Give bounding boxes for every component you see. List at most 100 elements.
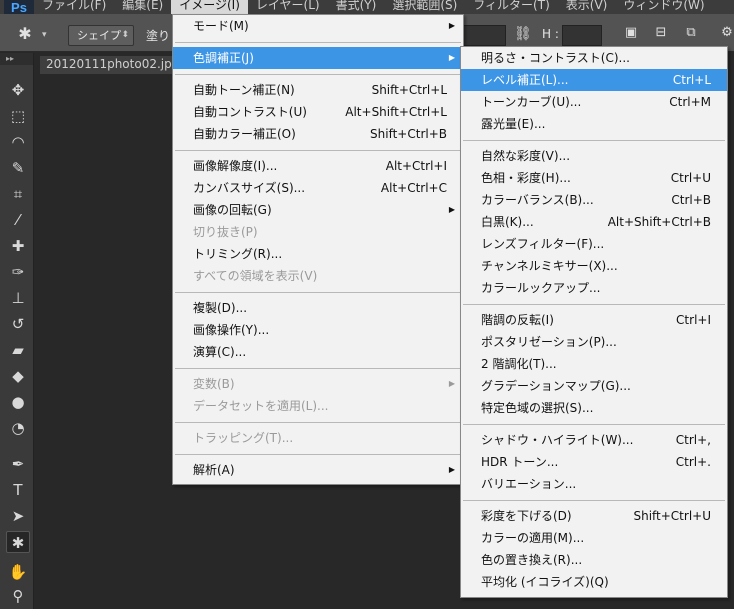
menu-image[interactable]: イメージ(I)	[171, 0, 248, 14]
adjust-menu-item[interactable]: 階調の反転(I) Ctrl+I	[461, 309, 727, 331]
image-menu-item-label: データセットを適用(L)...	[193, 399, 329, 413]
tool-mode-value: シェイプ	[77, 29, 121, 42]
menu-select[interactable]: 選択範囲(S)	[384, 0, 465, 14]
quick-select-icon[interactable]: ✎	[6, 157, 30, 179]
zoom-icon[interactable]: ⚲	[6, 585, 30, 607]
image-menu-item[interactable]: 画像の回転(G) ▶	[173, 199, 463, 221]
adjust-menu-item[interactable]: トーンカーブ(U)... Ctrl+M	[461, 91, 727, 113]
adjust-menu-item-label: 色の置き換え(R)...	[481, 553, 583, 567]
eraser-icon[interactable]: ▰	[6, 339, 30, 361]
link-icon[interactable]: ⛓	[514, 26, 532, 42]
image-menu-item[interactable]: 複製(D)...	[173, 297, 463, 319]
custom-shape-icon[interactable]: ✱	[6, 531, 30, 553]
menu-layer[interactable]: レイヤー(L)	[248, 0, 328, 14]
image-menu-item[interactable]: 自動トーン補正(N) Shift+Ctrl+L	[173, 79, 463, 101]
adjust-menu-item[interactable]: 色の置き換え(R)...	[461, 549, 727, 571]
hand-icon[interactable]: ✋	[6, 561, 30, 583]
settings-gear-icon[interactable]: ⚙	[718, 25, 734, 43]
image-menu-item[interactable]: 解析(A) ▶	[173, 459, 463, 481]
adjust-menu-item-label: トーンカーブ(U)...	[481, 95, 582, 109]
menu-separator	[463, 304, 725, 305]
height-label: H :	[542, 27, 559, 41]
path-operations-icon[interactable]: ▣	[622, 25, 640, 43]
adjust-menu-item-shortcut: Ctrl+U	[670, 171, 711, 185]
fill-label[interactable]: 塗り	[146, 27, 170, 44]
document-tab[interactable]: 20120111photo02.jpg	[40, 56, 180, 74]
bucket-icon[interactable]: ◆	[6, 365, 30, 387]
image-menu-item[interactable]: 演算(C)...	[173, 341, 463, 363]
adjust-menu-item[interactable]: カラーバランス(B)... Ctrl+B	[461, 189, 727, 211]
adjust-menu-item[interactable]: チャンネルミキサー(X)...	[461, 255, 727, 277]
menu-separator	[463, 500, 725, 501]
path-alignment-icon[interactable]: ⊟	[652, 25, 670, 43]
adjust-menu-item[interactable]: 露光量(E)...	[461, 113, 727, 135]
adjust-menu-item-shortcut: Ctrl+L	[672, 73, 711, 87]
image-menu-item-shortcut: Alt+Ctrl+I	[385, 159, 447, 173]
width-field[interactable]	[458, 25, 506, 46]
submenu-arrow-icon: ▶	[448, 379, 455, 388]
menu-separator	[175, 292, 461, 293]
healing-icon[interactable]: ✚	[6, 235, 30, 257]
tools-panel-collapse-icon[interactable]: ▸▸	[0, 53, 33, 65]
height-field[interactable]	[562, 25, 602, 46]
image-menu-item-shortcut: Shift+Ctrl+B	[370, 127, 447, 141]
blur-icon[interactable]: ●	[6, 391, 30, 413]
move-icon[interactable]: ✥	[6, 79, 30, 101]
image-menu-item[interactable]: カンバスサイズ(S)... Alt+Ctrl+C	[173, 177, 463, 199]
image-menu-item[interactable]: 画像解像度(I)... Alt+Ctrl+I	[173, 155, 463, 177]
menu-bar: Ps ファイル(F) 編集(E) イメージ(I) レイヤー(L) 書式(Y) 選…	[0, 0, 734, 15]
menu-file[interactable]: ファイル(F)	[34, 0, 114, 14]
image-menu-item: データセットを適用(L)...	[173, 395, 463, 417]
tool-preset-chevron-icon[interactable]: ▾	[42, 30, 47, 40]
adjust-menu-item[interactable]: バリエーション...	[461, 473, 727, 495]
photoshop-logo: Ps	[4, 0, 34, 15]
crop-icon[interactable]: ⌗	[6, 183, 30, 205]
type-icon[interactable]: T	[6, 479, 30, 501]
eyedropper-icon[interactable]: ⁄	[6, 209, 30, 231]
menu-edit[interactable]: 編集(E)	[114, 0, 171, 14]
dodge-icon[interactable]: ◔	[6, 417, 30, 439]
image-menu-item[interactable]: モード(M) ▶	[173, 15, 463, 37]
pen-icon[interactable]: ✒	[6, 453, 30, 475]
adjust-menu-item-label: レンズフィルター(F)...	[481, 237, 605, 251]
image-menu-item[interactable]: 自動カラー補正(O) Shift+Ctrl+B	[173, 123, 463, 145]
adjust-menu-item-label: 彩度を下げる(D)	[481, 509, 572, 523]
lasso-icon[interactable]: ◠	[6, 131, 30, 153]
adjust-menu-item[interactable]: 彩度を下げる(D) Shift+Ctrl+U	[461, 505, 727, 527]
adjust-menu-item[interactable]: 特定色域の選択(S)...	[461, 397, 727, 419]
menu-window[interactable]: ウィンドウ(W)	[615, 0, 712, 14]
adjust-menu-item[interactable]: ポスタリゼーション(P)...	[461, 331, 727, 353]
tool-mode-select[interactable]: シェイプ ⬍	[68, 25, 134, 46]
history-brush-icon[interactable]: ↺	[6, 313, 30, 335]
menu-filter[interactable]: フィルター(T)	[465, 0, 557, 14]
path-arrangement-icon[interactable]: ⧉	[682, 25, 700, 43]
menu-view[interactable]: 表示(V)	[558, 0, 616, 14]
adjust-menu-item[interactable]: カラーの適用(M)...	[461, 527, 727, 549]
adjust-menu-item[interactable]: レベル補正(L)... Ctrl+L	[461, 69, 727, 91]
adjust-menu-item-label: 平均化 (イコライズ)(Q)	[481, 575, 609, 589]
image-menu-item[interactable]: 画像操作(Y)...	[173, 319, 463, 341]
marquee-icon[interactable]: ⬚	[6, 105, 30, 127]
adjust-menu-item[interactable]: 平均化 (イコライズ)(Q)	[461, 571, 727, 593]
adjust-menu-item[interactable]: 2 階調化(T)...	[461, 353, 727, 375]
adjust-menu-item[interactable]: 明るさ・コントラスト(C)...	[461, 47, 727, 69]
adjust-menu-item-label: シャドウ・ハイライト(W)...	[481, 433, 634, 447]
brush-icon[interactable]: ✑	[6, 261, 30, 283]
image-menu-item[interactable]: 自動コントラスト(U) Alt+Shift+Ctrl+L	[173, 101, 463, 123]
adjust-menu-item[interactable]: 自然な彩度(V)...	[461, 145, 727, 167]
image-menu-item[interactable]: 色調補正(J) ▶	[173, 47, 463, 69]
menu-type[interactable]: 書式(Y)	[328, 0, 385, 14]
adjustments-submenu: 明るさ・コントラスト(C)... レベル補正(L)... Ctrl+L トーンカーブ(…	[460, 46, 728, 598]
stamp-icon[interactable]: ⊥	[6, 287, 30, 309]
custom-shape-tool-icon[interactable]: ✱	[14, 24, 36, 44]
path-select-icon[interactable]: ➤	[6, 505, 30, 527]
adjust-menu-item[interactable]: カラールックアップ...	[461, 277, 727, 299]
adjust-menu-item[interactable]: 白黒(K)... Alt+Shift+Ctrl+B	[461, 211, 727, 233]
adjust-menu-item[interactable]: シャドウ・ハイライト(W)... Ctrl+,	[461, 429, 727, 451]
image-menu-item[interactable]: トリミング(R)...	[173, 243, 463, 265]
adjust-menu-item[interactable]: レンズフィルター(F)...	[461, 233, 727, 255]
adjust-menu-item-label: レベル補正(L)...	[481, 73, 569, 87]
adjust-menu-item[interactable]: 色相・彩度(H)... Ctrl+U	[461, 167, 727, 189]
adjust-menu-item[interactable]: HDR トーン... Ctrl+.	[461, 451, 727, 473]
adjust-menu-item[interactable]: グラデーションマップ(G)...	[461, 375, 727, 397]
